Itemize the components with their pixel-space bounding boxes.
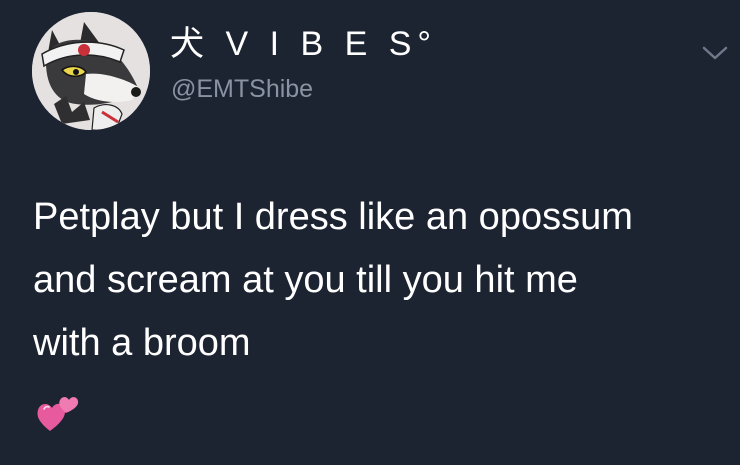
tweet-text-line: Petplay but I dress like an opossum xyxy=(33,196,633,238)
chevron-down-icon xyxy=(702,46,728,60)
avatar[interactable] xyxy=(32,12,150,130)
display-name[interactable]: 犬 V I B E S° xyxy=(170,24,437,64)
revolving-hearts-icon xyxy=(37,397,79,431)
tweet-text-line: with a broom xyxy=(33,322,251,364)
tweet-card: 犬 V I B E S° @EMTShibe Petplay but I dre… xyxy=(0,0,740,465)
tweet-menu-button[interactable] xyxy=(700,42,730,64)
username-handle[interactable]: @EMTShibe xyxy=(171,73,313,105)
tweet-text: Petplay but I dress like an opossum and … xyxy=(33,186,733,375)
wolf-avatar-icon xyxy=(32,12,150,130)
emoji xyxy=(36,393,80,435)
tweet-text-line: and scream at you till you hit me xyxy=(33,259,578,301)
